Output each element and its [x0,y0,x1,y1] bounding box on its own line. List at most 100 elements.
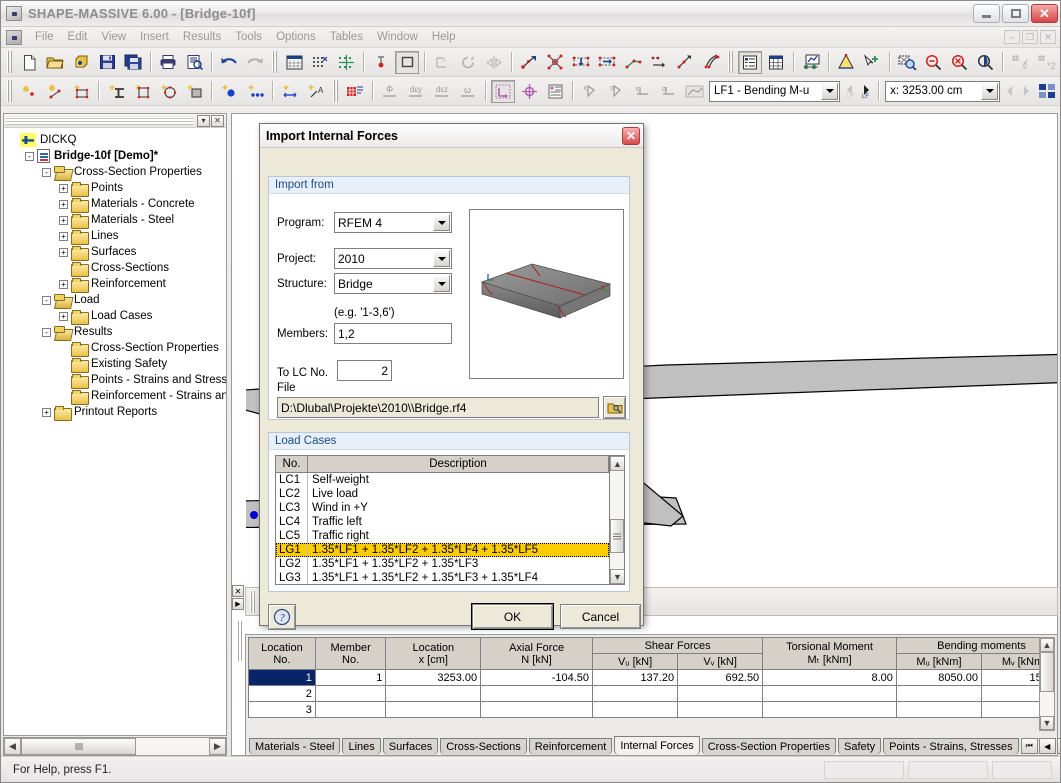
cell-bending-mu[interactable]: 8050.00 [895,669,983,686]
close-button[interactable]: ✕ [1031,4,1058,23]
splitter-expand-button[interactable]: ▶ [232,598,244,610]
browse-folder-icon[interactable] [603,396,626,419]
dz-property-icon[interactable]: dεz [430,80,454,103]
cell-bending-mv[interactable] [980,685,1039,702]
col-torsional-moment[interactable]: Torsional Moment Mₜ [kNm] [762,637,897,670]
col-member-no[interactable]: Member No. [314,637,387,670]
grid-half-icon[interactable]: 2 [1008,51,1032,74]
cell-member-no[interactable] [314,701,387,718]
scroll-up-button[interactable]: ▲ [1040,638,1054,652]
to-lc-input[interactable]: 2 [337,360,392,381]
tab-cross-section-properties[interactable]: Cross-Section Properties [701,738,836,755]
next-location-button[interactable] [1018,81,1034,101]
cell-bending-mv[interactable] [980,701,1039,718]
cell-shear-vu[interactable] [591,685,679,702]
line-dimension-icon[interactable] [647,51,671,74]
save-disk-icon[interactable] [95,51,119,74]
menu-item-tables[interactable]: Tables [323,29,370,45]
file-path-input[interactable]: D:\Dlubal\Projekte\2010\\Bridge.rf4 [277,397,599,418]
tree-item-points-strains-and-stresses[interactable]: Points - Strains and Stresses [8,372,226,389]
scroll-track[interactable] [136,738,209,755]
prev-location-button[interactable] [1002,81,1018,101]
tab-first-button[interactable]: ⏮ [1020,738,1038,754]
stress-point-icon[interactable]: σ [656,80,680,103]
expand-icon[interactable]: + [59,183,68,193]
zoom-window-icon[interactable] [895,51,919,74]
table-vscrollbar[interactable]: ▲ ▼ [1039,637,1055,731]
list-item[interactable]: LC2 Live load [276,487,609,501]
list-item[interactable]: LC4 Traffic left [276,515,609,529]
row-header[interactable]: 1 [248,669,316,686]
cell-bending-mu[interactable] [895,701,983,718]
expand-icon[interactable]: + [59,231,68,241]
internal-forces-table-icon[interactable] [343,80,367,103]
chevron-down-icon[interactable] [433,275,450,292]
toolbar-grip[interactable] [249,590,256,613]
list-item[interactable]: LC1 Self-weight [276,473,609,487]
new-circle-icon[interactable] [156,80,180,103]
tree-item-reinforcement-strains-and[interactable]: Reinforcement - Strains and [8,388,226,405]
mdi-minimize-button[interactable]: – [1004,30,1020,44]
scroll-left-button[interactable]: ◀ [4,738,21,755]
collapse-icon[interactable]: - [42,167,51,177]
cell-shear-vv[interactable]: 692.50 [677,669,764,686]
cell-bending-mu[interactable] [895,685,983,702]
tab-lines[interactable]: Lines [342,738,381,755]
load-cases-listbox[interactable]: No. Description LC1 Self-weight LC2 Live… [275,455,625,585]
maximize-button[interactable] [1002,4,1029,23]
dimension-icon[interactable]: I [430,51,454,74]
col-shear-vv[interactable]: Vᵥ [kN] [677,653,764,670]
tree-item-printout-reports[interactable]: + Printout Reports [8,404,226,421]
menu-item-file[interactable]: File [28,29,61,45]
centroid-icon[interactable] [517,80,541,103]
toolbar-grip[interactable] [271,51,278,73]
minimize-button[interactable] [973,4,1000,23]
menu-item-window[interactable]: Window [370,29,425,45]
cell-member-no[interactable]: 1 [314,669,387,686]
cell-member-no[interactable] [314,685,387,702]
col-axial-force[interactable]: Axial Force N [kN] [480,637,593,670]
tab-cross-sections[interactable]: Cross-Sections [440,738,527,755]
tree-item-load[interactable]: - Load [8,292,226,308]
collapse-icon[interactable]: - [42,295,51,305]
chevron-down-icon[interactable] [981,82,998,100]
new-isection-icon[interactable] [104,80,128,103]
tab-materials-steel[interactable]: Materials - Steel [249,738,341,755]
navigator-hscrollbar[interactable]: ◀ ▶ [3,737,227,756]
mdi-close-button[interactable]: ✕ [1040,30,1056,44]
cell-bending-mv[interactable]: 157.00 [980,669,1039,686]
chevron-down-icon[interactable] [433,250,450,267]
tree-item-materials-steel[interactable]: + Materials - Steel [8,212,226,229]
move-y-icon[interactable] [595,51,619,74]
rotate-icon[interactable] [456,51,480,74]
cell-shear-vv[interactable] [677,701,764,718]
zoom-all-icon[interactable] [973,51,997,74]
next-load-case-button[interactable]: LF [858,81,874,101]
scroll-track[interactable] [1040,652,1054,716]
list-item[interactable]: LG3 1.35*LF1 + 1.35*LF2 + 1.35*LF3 + 1.3… [276,571,609,584]
navigator-close-button[interactable]: ✕ [211,114,224,127]
structure-combo[interactable]: Bridge [334,273,452,294]
dialog-close-icon[interactable]: ✕ [622,126,640,145]
tab-points-strains-stresses[interactable]: Points - Strains, Stresses [883,738,1019,755]
report-icon[interactable] [543,80,567,103]
table-grid-icon[interactable] [764,51,788,74]
cell-shear-vv[interactable] [677,685,764,702]
new-rebar-row-icon[interactable] [243,80,267,103]
members-input[interactable]: 1,2 [334,323,452,344]
scroll-up-button[interactable]: ▲ [610,456,624,471]
cell-torsional-moment[interactable] [762,701,897,718]
help-question-icon[interactable]: ? [268,604,296,630]
tree-item-dickq[interactable]: DICKQ [8,132,226,148]
tree-item-reinforcement[interactable]: + Reinforcement [8,276,226,293]
mdi-restore-button[interactable]: ❐ [1022,30,1038,44]
tile-windows-icon[interactable] [1035,80,1059,103]
tree-item-cross-section-properties[interactable]: Cross-Section Properties [8,340,226,357]
list-item-selected[interactable]: LG1 1.35*LF1 + 1.35*LF2 + 1.35*LF4 + 1.3… [276,543,609,557]
render-icon[interactable] [834,51,858,74]
rebar-annotate-icon[interactable]: A [304,80,328,103]
graph-icon[interactable] [799,51,823,74]
scroll-thumb[interactable] [610,519,624,553]
tree-item-bridge-10f-demo[interactable]: - Bridge-10f [Demo]* [8,148,226,164]
stress-diagram-icon[interactable]: σ [604,80,628,103]
